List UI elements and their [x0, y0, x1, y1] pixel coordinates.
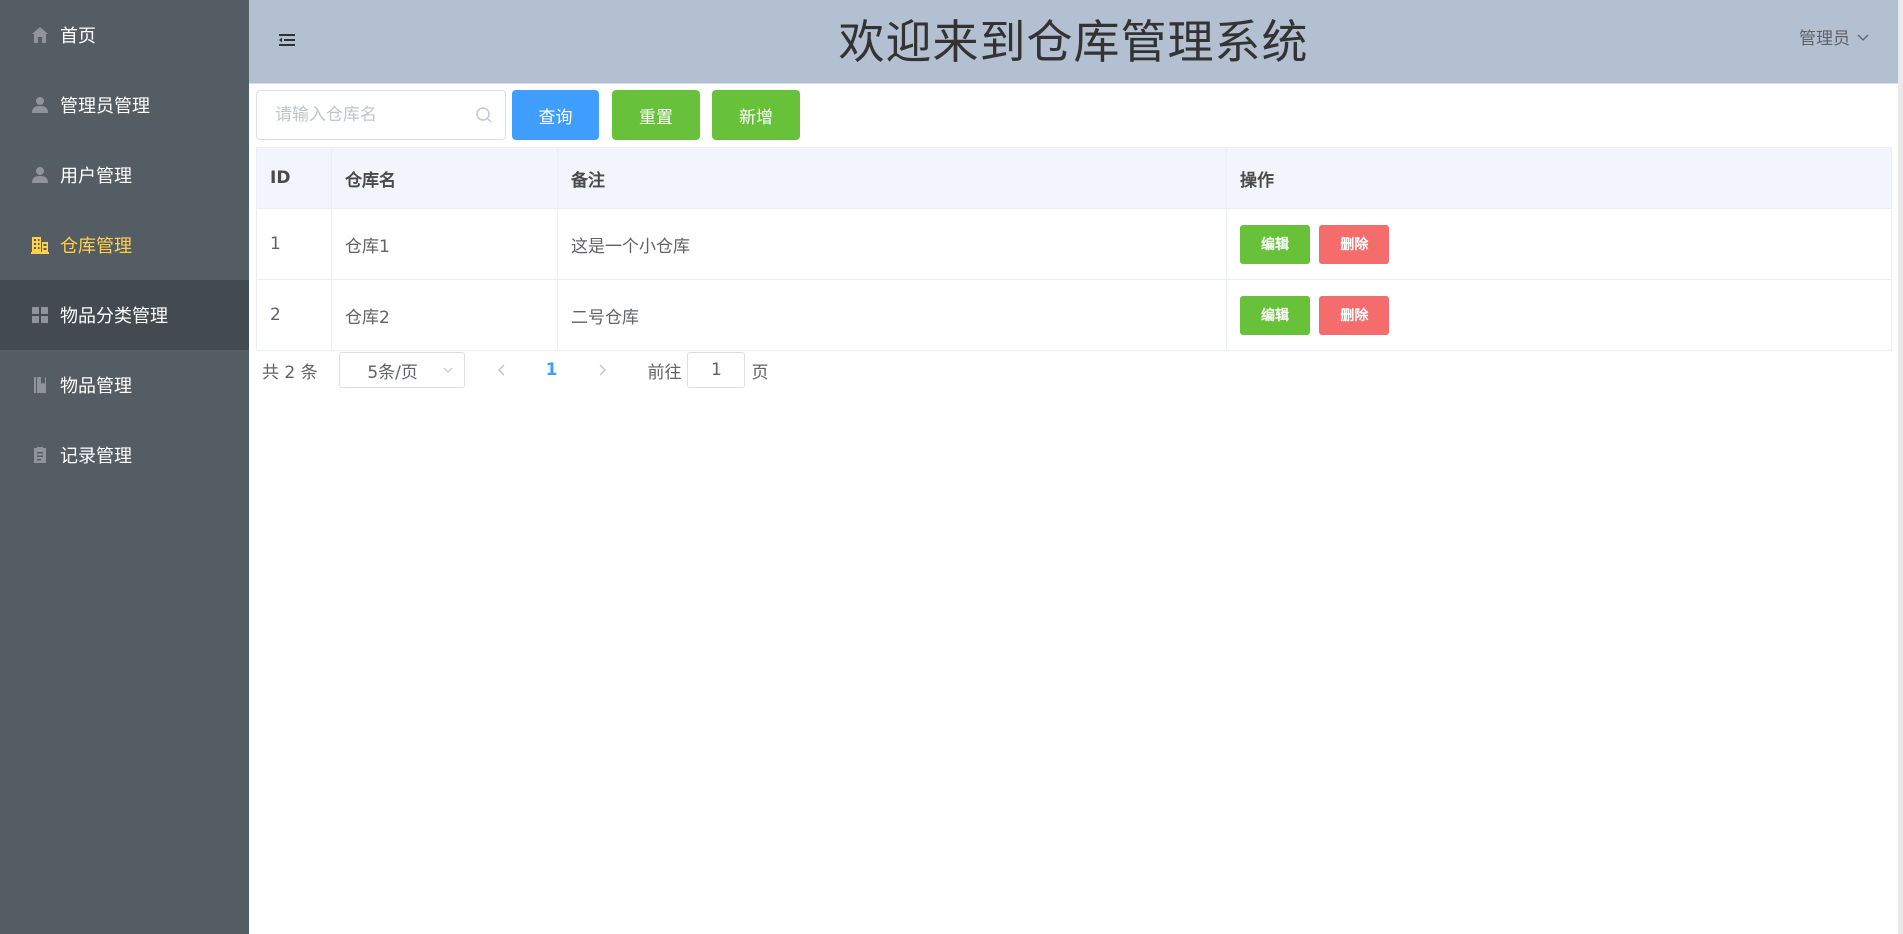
cell-remark: 这是一个小仓库 [557, 208, 1227, 280]
user-icon [30, 95, 50, 115]
sidebar-item-label: 管理员管理 [60, 96, 150, 117]
total-count: 共 2 条 [262, 362, 318, 383]
table-row: 2 仓库2 二号仓库 编辑 删除 [256, 279, 1892, 351]
notebook-icon [30, 375, 50, 395]
user-dropdown[interactable]: 管理员 [1799, 24, 1870, 49]
grid-icon [30, 305, 50, 325]
sidebar-item-warehouse-management[interactable]: 仓库管理 [0, 210, 249, 280]
chevron-left-icon[interactable] [495, 363, 509, 377]
chevron-down-icon [443, 367, 453, 373]
column-header-name: 仓库名 [331, 147, 558, 209]
column-header-remark: 备注 [557, 147, 1227, 209]
sidebar-item-label: 记录管理 [60, 446, 132, 467]
table-row: 1 仓库1 这是一个小仓库 编辑 删除 [256, 208, 1892, 280]
sidebar-item-label: 用户管理 [60, 166, 132, 187]
goto-label: 前往 [647, 362, 682, 383]
chevron-right-icon[interactable] [595, 363, 609, 377]
sidebar-item-label: 物品分类管理 [60, 306, 168, 327]
delete-button[interactable]: 删除 [1319, 224, 1390, 264]
page-size-value: 5条/页 [367, 362, 418, 383]
clipboard-icon [30, 445, 50, 465]
sidebar-item-category-management[interactable]: 物品分类管理 [0, 280, 249, 350]
edit-button[interactable]: 编辑 [1240, 295, 1310, 335]
warehouse-table: ID 仓库名 备注 操作 1 仓库1 这是一个小仓库 编辑 删除 2 仓库2 二… [256, 147, 1892, 351]
sidebar-item-user-management[interactable]: 用户管理 [0, 140, 249, 210]
sidebar-item-record-management[interactable]: 记录管理 [0, 420, 249, 490]
search-icon[interactable] [475, 106, 493, 124]
sidebar-item-label: 首页 [60, 26, 96, 47]
table-header-row: ID 仓库名 备注 操作 [256, 147, 1892, 209]
cell-actions: 编辑 删除 [1226, 279, 1892, 351]
sidebar-item-goods-management[interactable]: 物品管理 [0, 350, 249, 420]
office-building-icon [30, 235, 50, 255]
delete-button[interactable]: 删除 [1319, 295, 1390, 335]
sidebar-item-admin-management[interactable]: 管理员管理 [0, 70, 249, 140]
cell-remark: 二号仓库 [557, 279, 1227, 351]
scrollbar[interactable] [1898, 0, 1903, 934]
cell-name: 仓库2 [331, 279, 558, 351]
cell-id: 1 [256, 208, 332, 280]
page-number-current[interactable]: 1 [546, 360, 558, 380]
user-label: 管理员 [1799, 29, 1850, 49]
page-size-select[interactable]: 5条/页 [338, 352, 465, 388]
sidebar-item-label: 物品管理 [60, 376, 132, 397]
home-icon [30, 25, 50, 45]
sidebar-item-home[interactable]: 首页 [0, 0, 249, 70]
search-input[interactable] [257, 91, 505, 139]
user-icon [30, 165, 50, 185]
pagination: 共 2 条 5条/页 1 前往 页 [262, 352, 768, 388]
column-header-id: ID [256, 147, 332, 209]
toolbar: 查询 重置 新增 [256, 90, 800, 140]
edit-button[interactable]: 编辑 [1240, 224, 1310, 264]
goto-suffix: 页 [751, 362, 769, 383]
cell-id: 2 [256, 279, 332, 351]
search-box [256, 90, 506, 140]
chevron-down-icon [1857, 34, 1869, 41]
query-button[interactable]: 查询 [512, 90, 599, 140]
page-title: 欢迎来到仓库管理系统 [838, 15, 1309, 69]
add-button[interactable]: 新增 [712, 90, 800, 140]
column-header-actions: 操作 [1226, 147, 1892, 209]
sidebar-item-label: 仓库管理 [60, 236, 132, 257]
header: 欢迎来到仓库管理系统 管理员 [249, 0, 1898, 84]
reset-button[interactable]: 重置 [612, 90, 700, 140]
goto-page-input[interactable] [687, 352, 746, 388]
cell-actions: 编辑 删除 [1226, 208, 1892, 280]
cell-name: 仓库1 [331, 208, 558, 280]
sidebar: 首页 管理员管理 用户管理 仓库管理 物品分类管理 物品管理 记录管理 [0, 0, 249, 934]
